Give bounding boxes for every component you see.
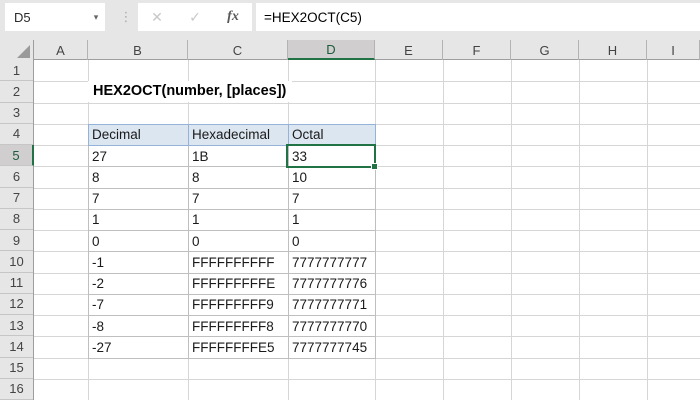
table-cell[interactable]: 7 xyxy=(88,187,189,210)
formula-input[interactable]: =HEX2OCT(C5) xyxy=(256,3,700,31)
row-header-3[interactable]: 3 xyxy=(0,103,33,124)
table-cell[interactable]: 0 xyxy=(188,229,289,253)
table-cell[interactable]: 1 xyxy=(188,208,289,232)
table-header-cell[interactable]: Octal xyxy=(288,123,376,147)
table-cell[interactable]: -7 xyxy=(88,293,189,317)
table-cell[interactable]: 7777777776 xyxy=(288,272,376,295)
table-cell[interactable]: 7 xyxy=(288,187,376,210)
column-header-A[interactable]: A xyxy=(34,40,88,60)
table-row: 27 1B 33 xyxy=(88,144,376,168)
name-box-dropdown-icon[interactable]: ▾ xyxy=(87,12,105,23)
row-header-6[interactable]: 6 xyxy=(0,166,33,188)
table-cell[interactable]: 8 xyxy=(188,166,289,189)
formula-bar: D5 ▾ ⋮ ✕ ✓ fx =HEX2OCT(C5) xyxy=(0,0,700,40)
table-cell[interactable]: -27 xyxy=(88,336,189,359)
table-cell[interactable]: 1 xyxy=(288,208,376,232)
table-cell[interactable]: 7777777770 xyxy=(288,314,376,338)
table-cell[interactable]: 8 xyxy=(88,166,189,189)
table-cell[interactable]: 7777777745 xyxy=(288,336,376,359)
column-header-E[interactable]: E xyxy=(375,40,443,60)
table-row: -8 FFFFFFFFF8 7777777770 xyxy=(88,314,376,338)
row-header-1[interactable]: 1 xyxy=(0,60,33,82)
table-cell[interactable]: -1 xyxy=(88,251,189,274)
table-cell[interactable]: 7777777777 xyxy=(288,251,376,274)
table-cell[interactable]: -8 xyxy=(88,314,189,338)
table-row: -1 FFFFFFFFFF 7777777777 xyxy=(88,251,376,274)
table-cell[interactable]: FFFFFFFFFE xyxy=(188,272,289,295)
row-headers: 1 2 3 4 5 6 7 8 9 10 11 12 13 14 15 16 xyxy=(0,60,34,400)
table-header-cell[interactable]: Hexadecimal xyxy=(188,123,289,147)
column-header-C[interactable]: C xyxy=(188,40,288,60)
select-all-button[interactable] xyxy=(0,40,34,60)
row-header-5[interactable]: 5 xyxy=(0,145,34,167)
data-table: Decimal Hexadecimal Octal 27 1B 33 8 8 10 7 7 7 1 1 1 0… xyxy=(88,123,376,359)
enter-icon[interactable]: ✓ xyxy=(183,9,207,26)
table-cell[interactable]: 7777777771 xyxy=(288,293,376,317)
name-box[interactable]: D5 ▾ xyxy=(5,3,105,31)
formula-buttons: ✕ ✓ fx xyxy=(138,3,252,31)
row-header-9[interactable]: 9 xyxy=(0,230,33,252)
select-all-icon xyxy=(17,45,30,58)
table-cell[interactable]: FFFFFFFFE5 xyxy=(188,336,289,359)
table-cell[interactable]: 0 xyxy=(88,229,189,253)
column-header-I[interactable]: I xyxy=(647,40,700,60)
cell-b2-title[interactable]: HEX2OCT(number, [places]) xyxy=(88,81,293,102)
table-cell[interactable]: FFFFFFFFF9 xyxy=(188,293,289,317)
row-header-11[interactable]: 11 xyxy=(0,273,33,294)
row-header-15[interactable]: 15 xyxy=(0,358,33,379)
table-row: 111 xyxy=(88,208,376,232)
insert-function-icon[interactable]: fx xyxy=(221,9,245,25)
row-header-10[interactable]: 10 xyxy=(0,251,33,273)
table-cell[interactable]: 0 xyxy=(288,229,376,253)
table-cell[interactable]: 10 xyxy=(288,166,376,189)
row-header-13[interactable]: 13 xyxy=(0,315,33,337)
cancel-icon[interactable]: ✕ xyxy=(145,9,169,26)
table-header-row: Decimal Hexadecimal Octal xyxy=(88,123,376,147)
table-cell[interactable]: FFFFFFFFF8 xyxy=(188,314,289,338)
table-cell[interactable]: 1B xyxy=(188,144,289,168)
row-header-12[interactable]: 12 xyxy=(0,294,33,315)
table-row: -7 FFFFFFFFF9 7777777771 xyxy=(88,293,376,317)
table-header-cell[interactable]: Decimal xyxy=(88,123,189,147)
column-headers: ABCDEFGHI xyxy=(0,40,700,60)
gridline xyxy=(34,378,700,380)
row-header-14[interactable]: 14 xyxy=(0,336,33,358)
gridline xyxy=(34,102,700,104)
table-row: 000 xyxy=(88,229,376,253)
table-cell[interactable]: FFFFFFFFFF xyxy=(188,251,289,274)
column-header-F[interactable]: F xyxy=(443,40,511,60)
table-row: 8 8 10 xyxy=(88,166,376,189)
row-header-2[interactable]: 2 xyxy=(0,81,33,103)
column-header-B[interactable]: B xyxy=(88,40,188,60)
column-header-D[interactable]: D xyxy=(288,40,375,60)
formula-text[interactable]: =HEX2OCT(C5) xyxy=(256,10,362,25)
table-cell[interactable]: 33 xyxy=(288,144,376,168)
row-header-4[interactable]: 4 xyxy=(0,124,33,145)
formula-bar-separator-icon: ⋮ xyxy=(119,9,133,24)
row-header-8[interactable]: 8 xyxy=(0,209,33,230)
row-header-16[interactable]: 16 xyxy=(0,379,33,400)
table-row: 777 xyxy=(88,187,376,210)
column-header-H[interactable]: H xyxy=(579,40,647,60)
table-cell[interactable]: -2 xyxy=(88,272,189,295)
table-cell[interactable]: 7 xyxy=(188,187,289,210)
row-header-7[interactable]: 7 xyxy=(0,188,33,209)
table-row: -27 FFFFFFFFE5 7777777745 xyxy=(88,336,376,359)
fill-handle[interactable] xyxy=(371,163,378,170)
column-header-G[interactable]: G xyxy=(511,40,579,60)
table-cell[interactable]: 27 xyxy=(88,144,189,168)
table-row: -2 FFFFFFFFFE 7777777776 xyxy=(88,272,376,295)
name-box-value[interactable]: D5 xyxy=(5,10,87,25)
table-cell[interactable]: 1 xyxy=(88,208,189,232)
